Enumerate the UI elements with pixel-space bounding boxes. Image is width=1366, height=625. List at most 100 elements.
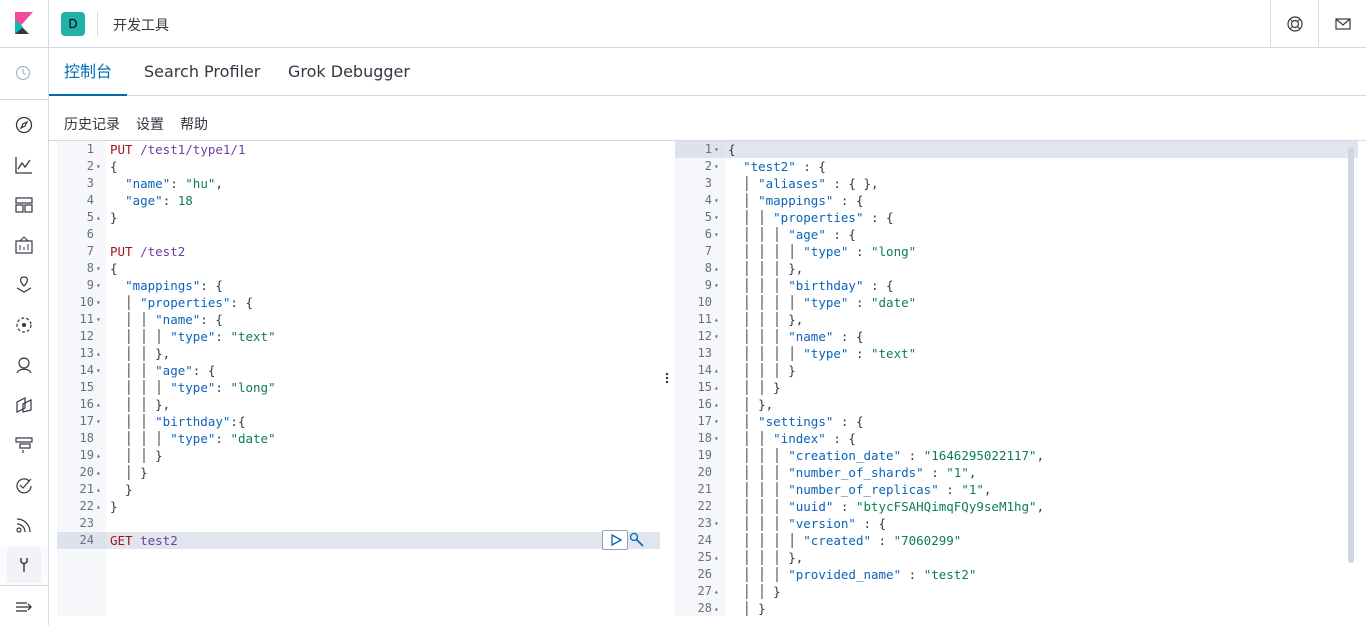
fold-toggle[interactable]: ▴ (96, 209, 106, 226)
request-actions-button[interactable] (629, 532, 645, 548)
nav-divider (0, 585, 48, 586)
fold-toggle[interactable]: ▾ (714, 430, 724, 447)
fold-toggle[interactable]: ▴ (714, 600, 724, 616)
nav-recent[interactable] (0, 54, 48, 94)
dev-tools-tabs: 控制台 Search Profiler Grok Debugger (49, 48, 1366, 96)
newsfeed-button[interactable] (1318, 0, 1366, 48)
space-avatar[interactable]: D (61, 12, 85, 36)
send-request-button[interactable] (602, 530, 628, 550)
pane-resizer[interactable] (662, 370, 672, 386)
fold-toggle[interactable]: ▴ (96, 396, 106, 413)
fold-toggle[interactable]: ▴ (714, 362, 724, 379)
line-text: │ │ } (110, 447, 163, 464)
fold-toggle[interactable]: ▾ (96, 277, 106, 294)
fold-toggle[interactable]: ▾ (714, 158, 724, 175)
tab-search-profiler[interactable]: Search Profiler (129, 48, 275, 96)
response-editor[interactable]: 1 ▾{2 ▾ "test2" : {3 │ "aliases" : { }, 4 ▾ … (675, 141, 1358, 616)
fold-toggle[interactable]: ▴ (96, 481, 106, 498)
line-text: GET test2 (110, 532, 178, 549)
fold-toggle[interactable]: ▾ (714, 141, 724, 158)
line-number: 27 (697, 584, 712, 598)
code-token: } (110, 210, 118, 225)
line-text: "mappings": { (110, 277, 223, 294)
nav-collapse[interactable] (0, 588, 48, 625)
fold-toggle[interactable]: ▴ (96, 345, 106, 362)
fold-toggle[interactable]: ▾ (96, 158, 106, 175)
request-editor[interactable]: 1 PUT /test1/type1/1 2 ▾{3 "name": "hu", 4 "… (57, 141, 660, 616)
code-token: │ (728, 193, 759, 208)
fold-toggle[interactable]: ▴ (714, 260, 724, 277)
fold-toggle[interactable]: ▾ (714, 515, 724, 532)
nav-dashboard[interactable] (0, 185, 48, 225)
code-token: │ │ (110, 414, 156, 429)
line-text: │ │ │ "creation_date" : "1646295022117", (728, 447, 1044, 464)
nav-ml[interactable] (0, 305, 48, 345)
fold-toggle[interactable]: ▴ (714, 549, 724, 566)
fold-toggle[interactable]: ▾ (96, 260, 106, 277)
fold-toggle[interactable]: ▾ (96, 294, 106, 311)
nav-apm[interactable] (0, 425, 48, 465)
line-number: 24 (697, 533, 712, 547)
code-token: "mappings" (125, 278, 201, 293)
line-text: │ "settings" : { (728, 413, 863, 430)
line-number: 16 (697, 397, 712, 411)
help-link[interactable]: 帮助 (180, 114, 208, 134)
line-number: 14 (79, 363, 94, 377)
nav-uptime[interactable] (0, 465, 48, 505)
fold-toggle[interactable]: ▴ (96, 447, 106, 464)
tab-console[interactable]: 控制台 (49, 48, 128, 96)
request-code[interactable]: 1 PUT /test1/type1/1 2 ▾{3 "name": "hu", 4 "… (57, 141, 660, 549)
nav-canvas[interactable] (0, 225, 48, 265)
code-token: │ │ (110, 312, 156, 327)
code-token: │ │ │ │ (728, 533, 804, 548)
code-token: │ │ │ (110, 431, 171, 446)
console-toolbar: 历史记录 设置 帮助 (49, 96, 1366, 141)
fold-toggle[interactable]: ▴ (714, 396, 724, 413)
nav-metrics[interactable] (0, 345, 48, 385)
fold-toggle[interactable]: ▾ (714, 209, 724, 226)
fold-toggle[interactable]: ▾ (96, 311, 106, 328)
fold-toggle[interactable]: ▾ (714, 277, 724, 294)
code-line: 11 ▾ │ │ "name": { (57, 311, 660, 328)
fold-toggle[interactable]: ▾ (714, 413, 724, 430)
response-scrollbar[interactable] (1348, 147, 1354, 563)
code-token: : { }, (825, 176, 879, 191)
fold-toggle[interactable]: ▾ (96, 362, 106, 379)
code-token: "number_of_replicas" (788, 482, 939, 497)
code-token: "btycFSAHQimqFQy9seM1hg" (855, 499, 1037, 514)
line-text: │ │ │ │ "type" : "date" (728, 294, 916, 311)
fold-toggle[interactable]: ▾ (714, 192, 724, 209)
code-line: 1 PUT /test1/type1/1 (57, 141, 660, 158)
code-token: : (170, 176, 186, 191)
nav-logs[interactable] (0, 385, 48, 425)
line-text: } (110, 481, 133, 498)
code-token: { (728, 142, 736, 157)
fold-toggle[interactable]: ▴ (96, 498, 106, 515)
fold-toggle[interactable]: ▾ (96, 413, 106, 430)
code-token: │ (728, 414, 759, 429)
nav-siem[interactable] (0, 505, 48, 545)
fold-toggle[interactable]: ▴ (96, 464, 106, 481)
code-token: "date" (871, 295, 917, 310)
code-line: 26 │ │ │ "provided_name" : "test2" (675, 566, 1358, 583)
nav-visualize[interactable] (0, 145, 48, 185)
fold-toggle[interactable]: ▾ (714, 328, 724, 345)
line-text: │ }, (728, 396, 773, 413)
line-text: │ │ │ }, (728, 549, 803, 566)
code-token: : (848, 295, 871, 310)
fold-toggle[interactable]: ▴ (714, 379, 724, 396)
kibana-logo[interactable] (0, 0, 49, 48)
code-token: , (215, 176, 223, 191)
fold-toggle[interactable]: ▾ (714, 226, 724, 243)
fold-toggle[interactable]: ▴ (714, 311, 724, 328)
code-token: │ │ (728, 431, 774, 446)
fold-toggle[interactable]: ▴ (714, 583, 724, 600)
history-link[interactable]: 历史记录 (64, 114, 120, 134)
nav-dev-tools[interactable] (0, 545, 48, 585)
settings-link[interactable]: 设置 (136, 114, 164, 134)
nav-discover[interactable] (0, 105, 48, 145)
nav-maps[interactable] (0, 265, 48, 305)
tab-grok-debugger[interactable]: Grok Debugger (273, 48, 425, 96)
help-button[interactable] (1270, 0, 1318, 48)
